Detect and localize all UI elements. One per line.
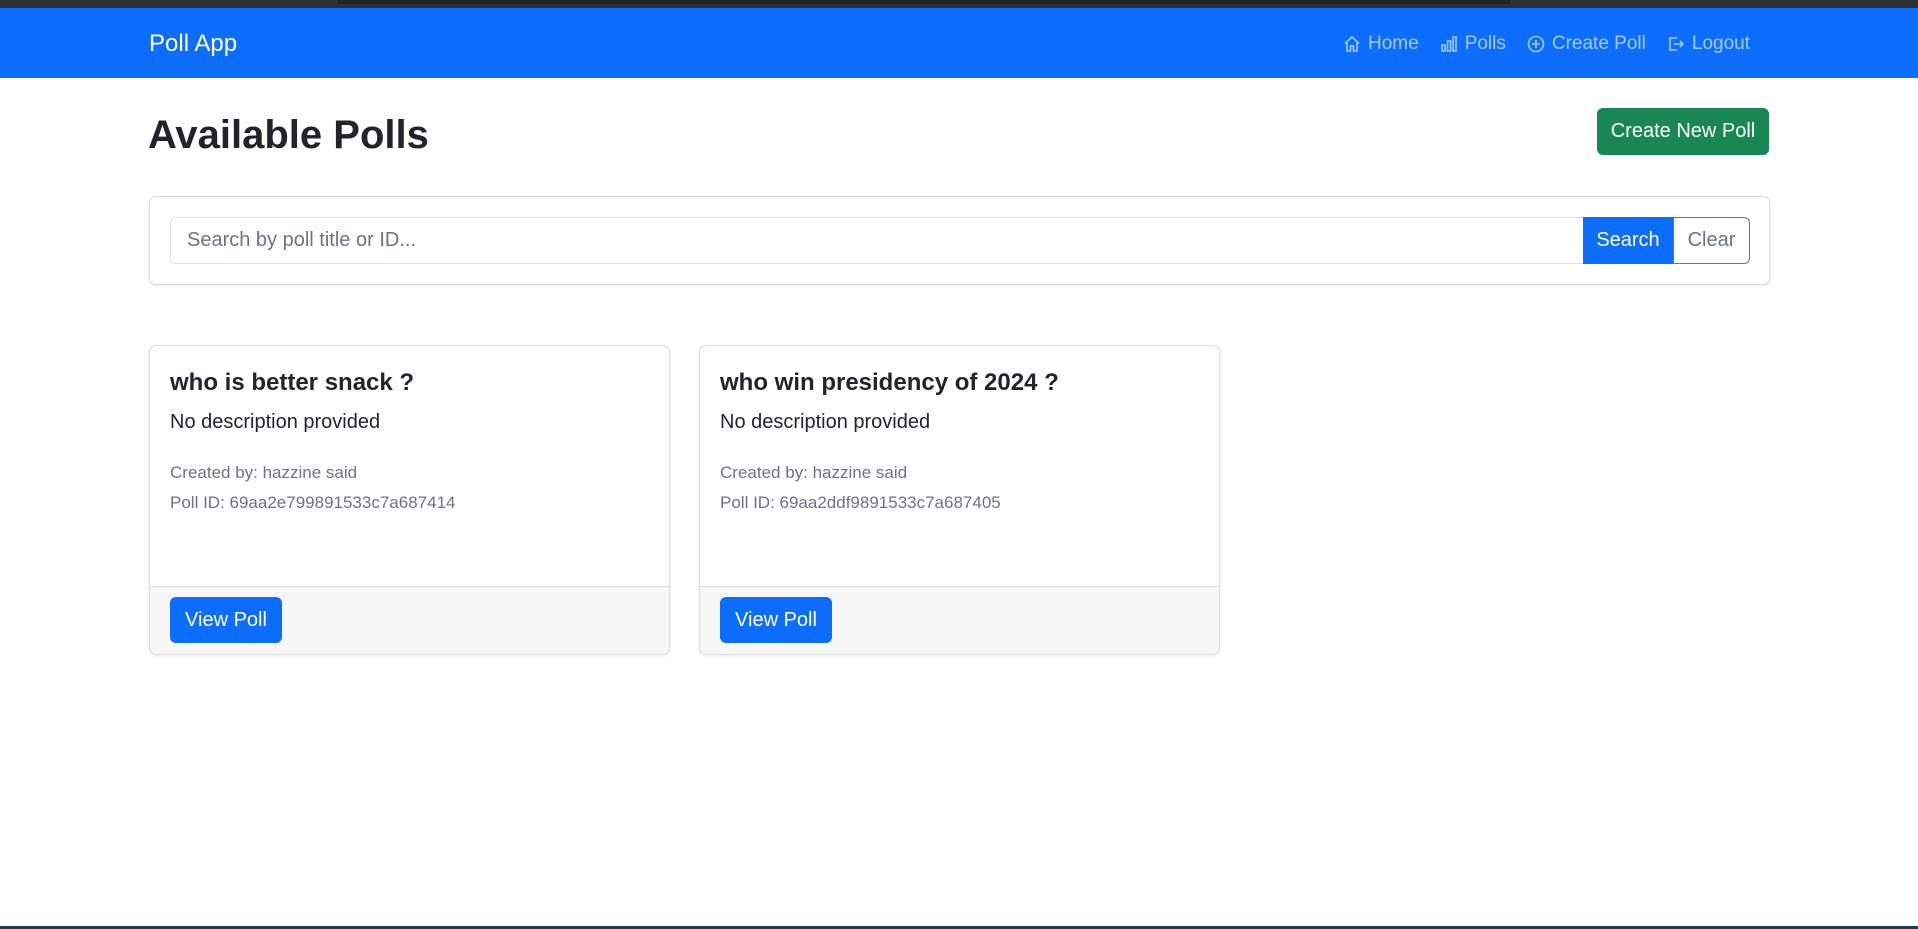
poll-card: who is better snack ? No description pro… [149, 345, 670, 655]
nav-link-create-poll[interactable]: Create Poll [1516, 30, 1656, 58]
nav-link-logout[interactable]: Logout [1656, 30, 1760, 58]
plus-circle-icon [1527, 35, 1545, 53]
nav-link-create-poll-label: Create Poll [1551, 33, 1646, 54]
navbar-brand[interactable]: Poll App [149, 29, 237, 59]
bar-chart-icon [1440, 36, 1457, 52]
poll-card: who win presidency of 2024 ? No descript… [699, 345, 1220, 655]
poll-created-by: Created by: hazzine said [720, 463, 908, 482]
search-button[interactable]: Search [1583, 217, 1673, 264]
poll-description: No description provided [720, 411, 931, 433]
browser-tab-bar [338, 0, 1510, 4]
view-poll-button[interactable]: View Poll [720, 597, 832, 643]
logout-icon [1669, 37, 1685, 51]
view-poll-button[interactable]: View Poll [170, 597, 282, 643]
clear-button[interactable]: Clear [1673, 217, 1750, 264]
poll-id: Poll ID: 69aa2e799891533c7a687414 [170, 493, 456, 512]
nav-link-polls[interactable]: Polls [1429, 30, 1516, 58]
nav-link-home-label: Home [1368, 33, 1419, 54]
nav-link-logout-label: Logout [1691, 33, 1750, 54]
poll-card-footer: View Poll [150, 586, 669, 654]
home-icon [1344, 35, 1360, 52]
poll-title: who is better snack ? [170, 369, 415, 396]
poll-id: Poll ID: 69aa2ddf9891533c7a687405 [720, 493, 1001, 512]
poll-created-by: Created by: hazzine said [170, 463, 358, 482]
navbar: Poll App Home Polls Create Poll Logout [0, 8, 1918, 78]
create-new-poll-button[interactable]: Create New Poll [1597, 108, 1769, 155]
browser-top-strip [0, 0, 1918, 8]
nav-links: Home Polls Create Poll Logout [1332, 30, 1760, 58]
poll-description: No description provided [170, 411, 381, 433]
poll-card-footer: View Poll [700, 586, 1219, 654]
poll-title: who win presidency of 2024 ? [720, 369, 1059, 396]
nav-link-polls-label: Polls [1464, 33, 1506, 54]
search-card: Search Clear [149, 196, 1770, 285]
page-title: Available Polls [148, 113, 429, 157]
search-input[interactable] [170, 217, 1583, 264]
nav-link-home[interactable]: Home [1332, 30, 1429, 58]
